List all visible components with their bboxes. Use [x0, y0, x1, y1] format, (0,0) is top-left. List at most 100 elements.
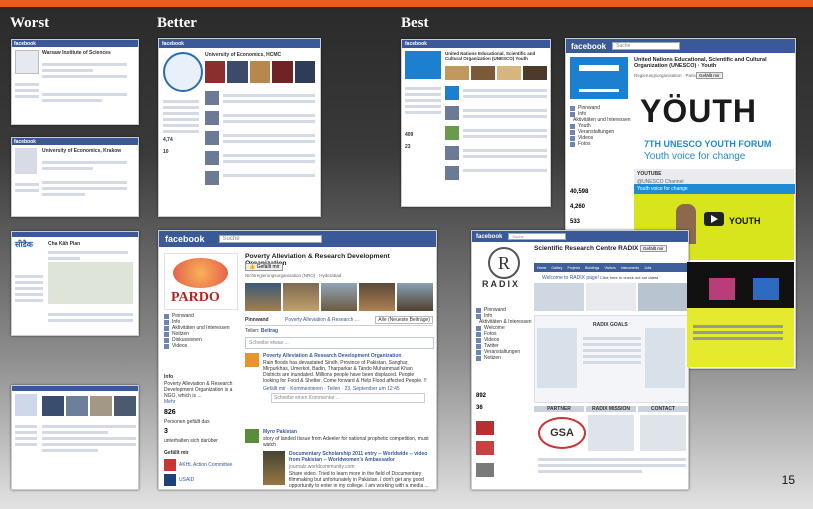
liked-page-thumb[interactable] — [476, 463, 494, 477]
compose-input[interactable]: Schreibe etwas ... — [245, 337, 434, 349]
accent-bar — [0, 0, 813, 7]
nav-videos[interactable]: Videos — [164, 343, 236, 349]
post2-text: story of landed tissue from Adeeler for … — [263, 436, 429, 448]
slide-number: 15 — [781, 473, 795, 487]
post3-source: journals.worldcommunity.com — [289, 464, 355, 470]
welcome-link[interactable]: Click here to check out our latest — [600, 275, 658, 280]
info-label: Info — [164, 374, 174, 380]
nav-notes[interactable]: Notizen — [476, 355, 530, 361]
liked-page-2[interactable]: USAID — [164, 474, 194, 486]
section-contact: CONTACT — [638, 406, 688, 412]
status-tab[interactable]: Beitrag — [261, 328, 278, 334]
lab-photos — [534, 283, 688, 311]
page-title: United Nations Educational, Scientific a… — [445, 51, 536, 61]
screenshot-best-unesco: facebook United Nations Educational, Sci… — [401, 39, 551, 207]
facebook-header: facebook — [12, 138, 138, 145]
page-category: Nichtregierungsorganisation (NRO) · Hyde… — [245, 273, 342, 278]
logo: सीडैक — [15, 240, 33, 249]
post1-author[interactable]: Poverty Alleviation & Research Developme… — [263, 353, 401, 359]
goals-panel: RADIX GOALS — [534, 315, 688, 403]
welcome-text: Welcome to RADIX page! — [542, 275, 599, 281]
search-input[interactable]: Suche — [218, 235, 322, 243]
tab-gallery[interactable]: Gallery — [551, 266, 562, 270]
avatar — [15, 148, 37, 174]
youth-yellow-panel — [687, 308, 794, 367]
like-button[interactable]: Gefällt mir — [640, 245, 667, 252]
play-button[interactable] — [704, 212, 724, 226]
stat-visits: 533 — [570, 219, 581, 225]
tab-buildings[interactable]: Buildings — [585, 266, 599, 270]
screenshot-worst-3: सीडैक Cha Kâh Plan — [11, 231, 139, 336]
tab-page-posts[interactable]: Poverty Alleviation & Research ... — [285, 317, 359, 323]
video-youth-word: YOUTH — [729, 216, 761, 226]
tab-jobs[interactable]: Jobs — [644, 266, 651, 270]
photo-strip — [245, 283, 433, 311]
gsa-logo: GSA — [538, 417, 586, 449]
section-mission: RADIX MISSION — [586, 406, 636, 412]
info-text: Poverty Alleviation & Research Developme… — [164, 381, 233, 399]
share-label: Teilen: Beitrag — [245, 328, 279, 334]
tab-visitors[interactable]: Visitors — [604, 266, 615, 270]
page-title: Warsaw Institute of Sciences — [42, 50, 111, 56]
stat-talking: 36 — [476, 405, 483, 411]
forum-subtitle: Youth voice for change — [644, 151, 746, 162]
facebook-header: facebook — [402, 40, 550, 48]
tab-home[interactable]: Home — [537, 266, 546, 270]
left-nav: Pinnwand Info Aktivitäten und Interessen… — [570, 105, 631, 147]
stat-likes: 892 — [476, 393, 487, 399]
post1-text: Rain floods has devastated Sindh, Provin… — [263, 360, 427, 384]
liked-page-thumb[interactable] — [476, 421, 494, 435]
liked-page-1[interactable]: AKHL Action Committee — [164, 459, 232, 471]
screenshot-better-1: facebook University of Economics, HCMC 4… — [158, 38, 321, 217]
nav-photos[interactable]: Fotos — [570, 141, 628, 147]
goals-title: RADIX GOALS — [593, 322, 628, 328]
facebook-header: facebook Suche — [472, 231, 688, 242]
post1-actions[interactable]: Gefällt mir · Kommentieren · Teilen · 23… — [263, 386, 400, 392]
search-input[interactable]: Suche — [612, 42, 681, 50]
comment-input[interactable]: Schreibe einen Kommentar ... — [271, 393, 425, 403]
facebook-header: facebook Suche — [159, 231, 436, 247]
unesco-logo — [570, 57, 628, 99]
stat-likes: 4,74 — [163, 137, 173, 143]
screenshot-pardo: facebook Suche PARDO Poverty Alleviation… — [158, 230, 437, 490]
facebook-header: facebook Suche — [566, 39, 795, 53]
filter-dropdown[interactable]: Alle (Neueste Beiträge) — [375, 316, 433, 324]
university-logo — [163, 52, 203, 92]
app-tabs: Home Gallery Projects Buildings Visitors… — [534, 263, 688, 272]
stat-likes: 40,598 — [570, 189, 589, 195]
left-nav: Pinnwand Info Aktivitäten und Interessen… — [164, 313, 236, 349]
stat-talking: 4,260 — [570, 204, 586, 210]
liked-page-thumb[interactable] — [476, 441, 494, 455]
video-title: Youth voice for change — [634, 184, 795, 194]
search-input[interactable]: Suche — [508, 233, 567, 240]
youth-wordmark: YÖUTH — [640, 93, 757, 129]
screenshot-worst-1: facebook Warsaw Institute of Sciences — [11, 39, 139, 125]
post3-title[interactable]: Documentary Scholarship 2011 entry -- Wo… — [289, 451, 431, 463]
avatar — [15, 394, 37, 416]
screenshot-worst-4 — [11, 385, 139, 490]
page-title: University of Economics, Krakow — [42, 148, 122, 154]
unesco-logo — [405, 51, 441, 79]
section-partner: PARTNER — [534, 406, 584, 412]
liked-pages-label: Gefällt mir — [164, 450, 189, 456]
tab-instruments[interactable]: Instruments — [621, 266, 639, 270]
map-image — [48, 262, 133, 304]
likes-label: Personen gefällt das — [164, 419, 210, 425]
forum-title: 7TH UNESCO YOUTH FORUM — [644, 139, 772, 149]
screenshot-radix: facebook Suche R RADIX Scientific Resear… — [471, 230, 689, 490]
facebook-logo: facebook — [571, 41, 607, 51]
talking-count: 3 — [164, 428, 168, 435]
heading-best: Best — [401, 15, 429, 31]
video-thumbnail[interactable] — [263, 451, 285, 485]
like-button[interactable]: Gefällt mir — [696, 72, 723, 79]
post2-author[interactable]: Myro Pakistan — [263, 429, 297, 435]
like-button[interactable]: 👍 Gefällt mir — [245, 263, 284, 271]
heading-better: Better — [157, 15, 197, 31]
tab-wall[interactable]: Pinnwand — [245, 317, 269, 323]
post2-avatar — [245, 429, 259, 443]
section-headers: PARTNER RADIX MISSION CONTACT — [534, 406, 688, 412]
more-link[interactable]: Mehr — [164, 399, 175, 405]
facebook-header: facebook — [159, 39, 320, 48]
left-nav: Pinnwand Info Aktivitäten & Interessen W… — [476, 307, 532, 361]
tab-projects[interactable]: Projects — [567, 266, 580, 270]
